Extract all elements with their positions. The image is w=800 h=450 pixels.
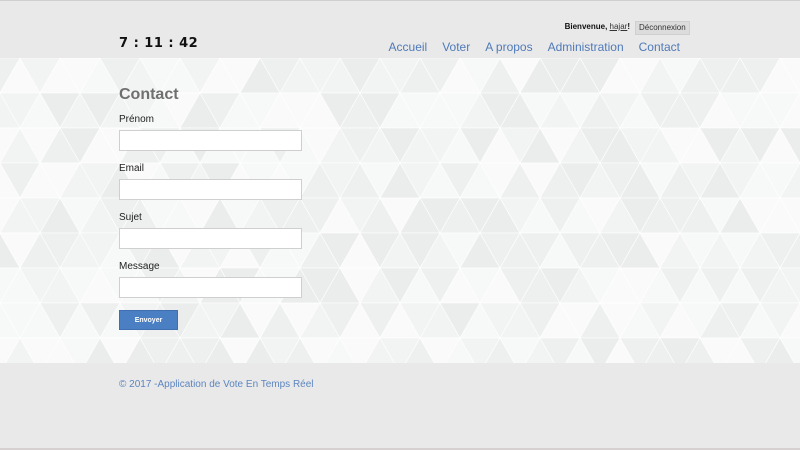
subject-label: Sujet	[119, 212, 142, 223]
clock: 7 : 11 : 42	[119, 36, 199, 51]
email-label: Email	[119, 163, 145, 174]
nav-item-accueil[interactable]: Accueil	[389, 40, 428, 54]
send-button[interactable]: Envoyer	[119, 310, 178, 330]
username-link[interactable]: hajar	[610, 22, 628, 31]
nav-item-voter[interactable]: Voter	[442, 40, 470, 54]
message-field[interactable]	[119, 277, 302, 298]
footer: © 2017 -Application de Vote En Temps Rée…	[0, 363, 800, 450]
message-label: Message	[119, 261, 160, 272]
main-nav: Accueil Voter A propos Administration Co…	[389, 40, 680, 54]
page-title: Contact	[119, 86, 179, 103]
firstname-label: Prénom	[119, 114, 155, 125]
footer-copyright: © 2017 -Application de Vote En Temps Rée…	[119, 379, 314, 390]
email-field[interactable]	[119, 179, 302, 200]
firstname-field[interactable]	[119, 130, 302, 151]
page: 7 : 11 : 42 Bienvenue, hajar! Déconnexio…	[0, 0, 800, 450]
welcome-suffix: !	[627, 22, 630, 31]
welcome-prefix: Bienvenue,	[564, 22, 608, 31]
contact-form: Contact Prénom Email Sujet Message Envoy…	[119, 86, 319, 330]
nav-item-administration[interactable]: Administration	[548, 40, 624, 54]
subject-field[interactable]	[119, 228, 302, 249]
nav-item-contact[interactable]: Contact	[639, 40, 680, 54]
main-content: Contact Prénom Email Sujet Message Envoy…	[0, 58, 800, 363]
welcome-text: Bienvenue, hajar!	[565, 22, 630, 31]
header: 7 : 11 : 42 Bienvenue, hajar! Déconnexio…	[0, 1, 800, 58]
logout-button[interactable]: Déconnexion	[635, 21, 690, 35]
nav-item-a-propos[interactable]: A propos	[485, 40, 532, 54]
